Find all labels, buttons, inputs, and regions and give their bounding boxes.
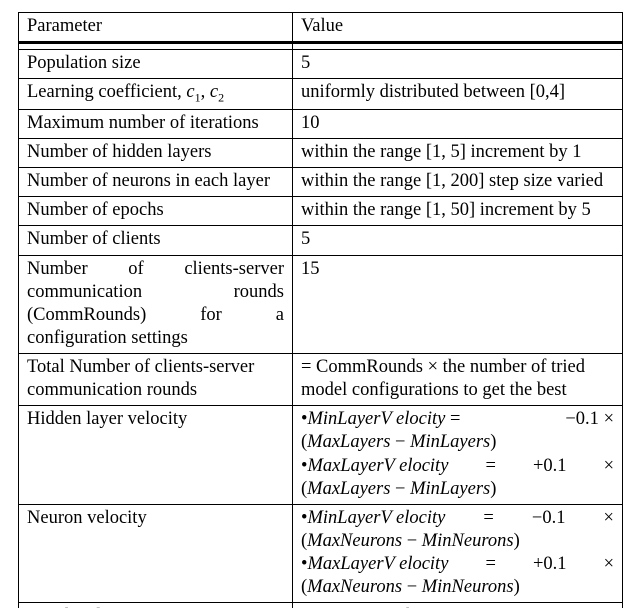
row-max-iterations: Maximum number of iterations 10 bbox=[19, 109, 623, 138]
row-neuron-velocity: Neuron velocity •MinLayerV elocity = −0.… bbox=[19, 504, 623, 603]
value-comm-rounds: 15 bbox=[293, 255, 623, 354]
value-population-size: 5 bbox=[293, 50, 623, 79]
param-hidden-layers: Number of hidden layers bbox=[19, 139, 293, 168]
value-max-iterations: 10 bbox=[293, 109, 623, 138]
value-neurons: within the range [1, 200] step size vari… bbox=[293, 168, 623, 197]
row-neurons: Number of neurons in each layer within t… bbox=[19, 168, 623, 197]
param-neurons: Number of neurons in each layer bbox=[19, 168, 293, 197]
row-learning-coefficient: Learning coefficient, c1, c2 uniformly d… bbox=[19, 79, 623, 110]
params-table: Parameter Value Population size 5 Learni… bbox=[18, 12, 623, 608]
value-epoch-velocity: •MinLayerV elocity = −0.1 × (MaxEpochs −… bbox=[293, 603, 623, 608]
value-clients: 5 bbox=[293, 226, 623, 255]
value-total-comm-rounds: = CommRounds × the number of tried model… bbox=[293, 354, 623, 406]
param-neuron-velocity: Neuron velocity bbox=[19, 504, 293, 603]
header-value: Value bbox=[293, 13, 623, 43]
row-hidden-layers: Number of hidden layers within the range… bbox=[19, 139, 623, 168]
param-clients: Number of clients bbox=[19, 226, 293, 255]
param-comm-rounds: Numberofclients-server communicationroun… bbox=[19, 255, 293, 354]
spacer-row bbox=[19, 43, 623, 50]
param-epoch-velocity: Epoch velocity bbox=[19, 603, 293, 608]
row-clients: Number of clients 5 bbox=[19, 226, 623, 255]
row-epochs: Number of epochs within the range [1, 50… bbox=[19, 197, 623, 226]
row-total-comm-rounds: Total Number of clients-server communica… bbox=[19, 354, 623, 406]
row-comm-rounds: Numberofclients-server communicationroun… bbox=[19, 255, 623, 354]
param-hidden-layer-velocity: Hidden layer velocity bbox=[19, 406, 293, 505]
value-neuron-velocity: •MinLayerV elocity = −0.1 × (MaxNeurons … bbox=[293, 504, 623, 603]
value-epochs: within the range [1, 50] increment by 5 bbox=[293, 197, 623, 226]
header-param: Parameter bbox=[19, 13, 293, 43]
row-hidden-layer-velocity: Hidden layer velocity •MinLayerV elocity… bbox=[19, 406, 623, 505]
value-hidden-layers: within the range [1, 5] increment by 1 bbox=[293, 139, 623, 168]
param-epochs: Number of epochs bbox=[19, 197, 293, 226]
param-population-size: Population size bbox=[19, 50, 293, 79]
param-max-iterations: Maximum number of iterations bbox=[19, 109, 293, 138]
param-total-comm-rounds: Total Number of clients-server communica… bbox=[19, 354, 293, 406]
row-population-size: Population size 5 bbox=[19, 50, 623, 79]
param-learning-coefficient: Learning coefficient, c1, c2 bbox=[19, 79, 293, 110]
header-row: Parameter Value bbox=[19, 13, 623, 43]
value-learning-coefficient: uniformly distributed between [0,4] bbox=[293, 79, 623, 110]
row-epoch-velocity: Epoch velocity •MinLayerV elocity = −0.1… bbox=[19, 603, 623, 608]
value-hidden-layer-velocity: •MinLayerV elocity = −0.1 × (MaxLayers −… bbox=[293, 406, 623, 505]
